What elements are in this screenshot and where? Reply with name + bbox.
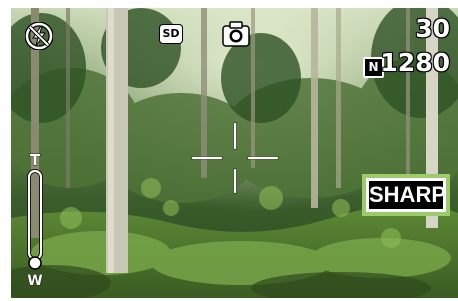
sharpness-label: SHARP <box>369 181 447 209</box>
zoom-wide-label: W <box>27 273 42 287</box>
camera-viewfinder: SD 30 N 1280 SHARP T W <box>11 8 458 298</box>
zoom-position-marker <box>28 256 42 270</box>
zoom-tele-label: T <box>30 151 41 169</box>
sharpness-setting[interactable]: SHARP <box>362 174 450 216</box>
zoom-bar: T W <box>27 151 43 287</box>
camera-mode-icon <box>222 21 250 47</box>
focus-frame-icon <box>191 122 279 194</box>
sd-card-badge: SD <box>160 25 182 43</box>
flash-off-icon <box>25 22 53 50</box>
shots-remaining: 30 <box>415 14 450 43</box>
image-resolution: 1280 <box>380 48 450 77</box>
